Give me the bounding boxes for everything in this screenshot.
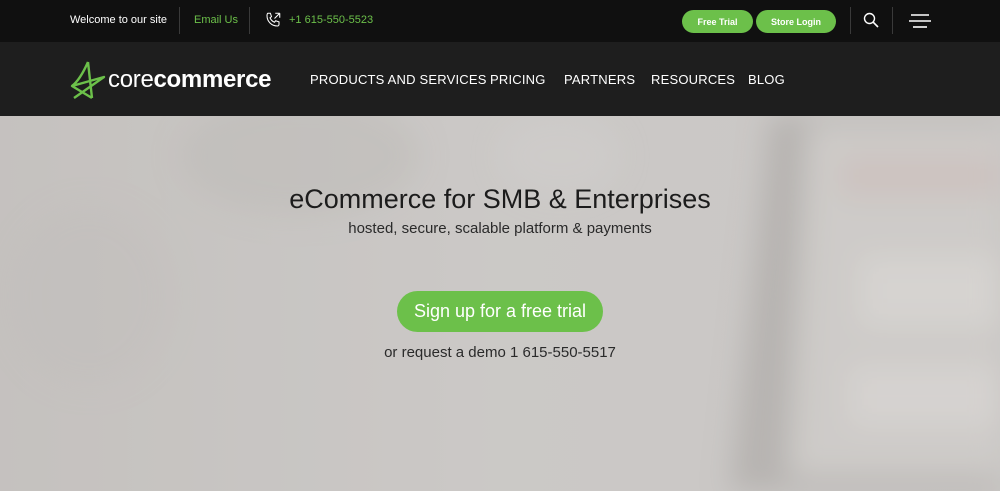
- request-demo-text[interactable]: or request a demo 1 615-550-5517: [0, 344, 1000, 361]
- main-navbar: corecommerce PRODUCTS AND SERVICES PRICI…: [0, 42, 1000, 116]
- free-trial-button[interactable]: Free Trial: [682, 10, 753, 33]
- hero-section: eCommerce for SMB & Enterprises hosted, …: [0, 116, 1000, 491]
- nav-item-pricing[interactable]: PRICING: [490, 72, 546, 87]
- store-login-button[interactable]: Store Login: [756, 10, 836, 33]
- divider: [850, 7, 851, 34]
- email-us-link[interactable]: Email Us: [194, 14, 238, 26]
- nav-item-resources[interactable]: RESOURCES: [651, 72, 735, 87]
- divider: [892, 7, 893, 34]
- logo-text-light: core: [108, 66, 154, 93]
- divider: [249, 7, 250, 34]
- logo-text-bold: commerce: [153, 66, 272, 93]
- nav-item-blog[interactable]: BLOG: [748, 72, 785, 87]
- logo[interactable]: corecommerce: [70, 59, 271, 101]
- logo-star-icon: [70, 61, 106, 100]
- signup-free-trial-button[interactable]: Sign up for a free trial: [397, 291, 603, 332]
- top-utility-bar: Welcome to our site Email Us +1 615-550-…: [0, 0, 1000, 42]
- nav-item-products-and-services[interactable]: PRODUCTS AND SERVICES: [310, 72, 487, 87]
- hero-subtitle: hosted, secure, scalable platform & paym…: [348, 220, 652, 237]
- phone-icon: [266, 12, 281, 27]
- search-icon[interactable]: [863, 12, 879, 28]
- phone-link[interactable]: +1 615-550-5523: [289, 14, 373, 26]
- logo-text: corecommerce: [108, 66, 271, 94]
- divider: [179, 7, 180, 34]
- nav-item-partners[interactable]: PARTNERS: [564, 72, 635, 87]
- menu-icon[interactable]: [909, 14, 931, 28]
- welcome-text: Welcome to our site: [70, 14, 168, 26]
- hero-title: eCommerce for SMB & Enterprises: [289, 184, 711, 214]
